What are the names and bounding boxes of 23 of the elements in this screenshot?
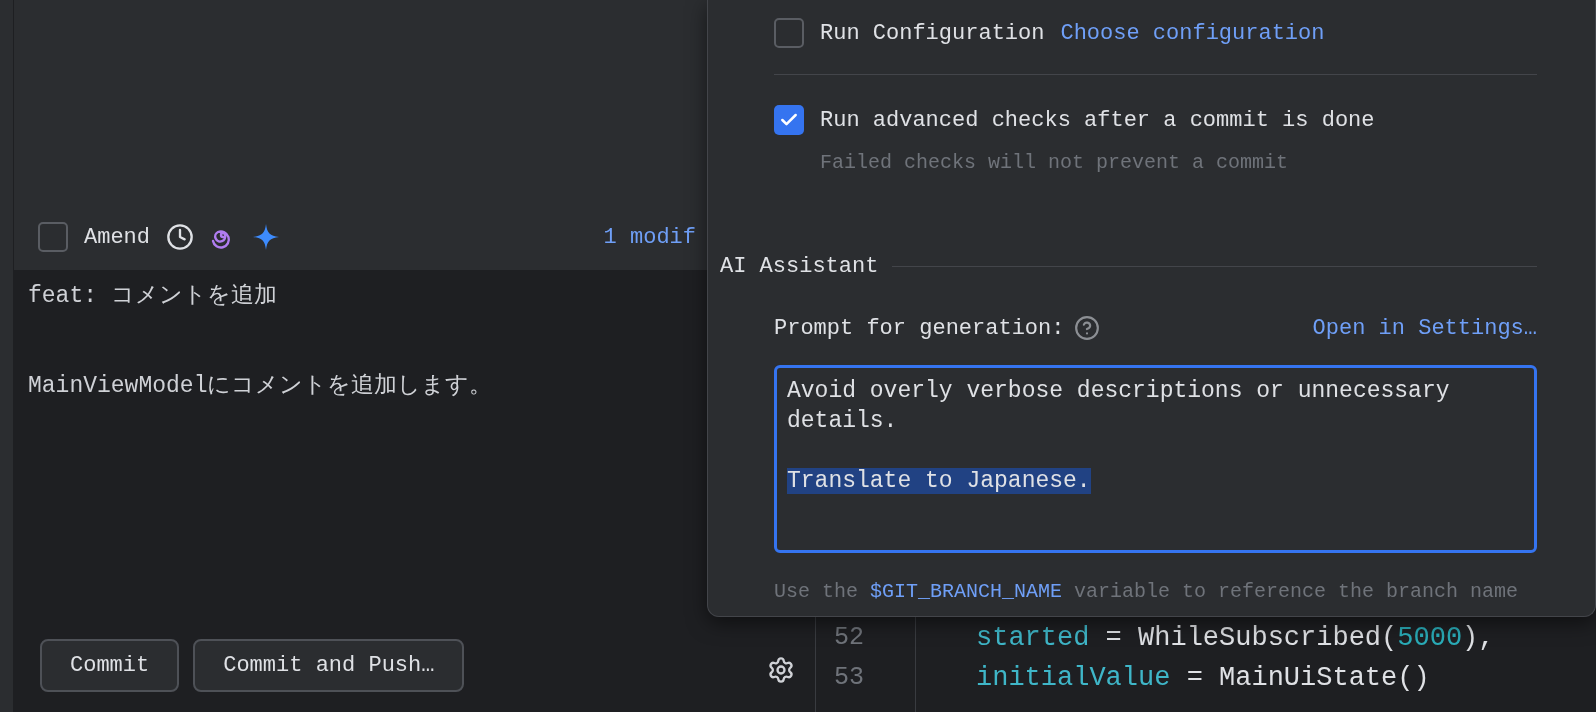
option-label: Run Configuration — [820, 20, 1045, 46]
commit-button[interactable]: Commit and Push… — [193, 639, 465, 692]
choose-configuration-link[interactable]: Choose configuration — [1060, 20, 1325, 46]
commit-button[interactable]: Commit — [40, 639, 180, 692]
amend-label: Amend — [84, 224, 150, 250]
option-label: Run advanced checks after a commit is done — [820, 107, 1375, 133]
code-line: started = WhileSubscribed(5000), — [976, 622, 1496, 655]
hint-text: Use the $GIT_BRANCH_NAME variable to reference the branch name — [774, 579, 1520, 605]
open-settings-link[interactable]: Open in Settings… — [1312, 315, 1537, 341]
clock-icon[interactable] — [166, 223, 194, 251]
option-checkbox[interactable] — [774, 18, 804, 48]
changes-summary[interactable]: 1 modif — [603, 224, 696, 250]
prompt-label: Prompt for generation: — [774, 315, 1065, 341]
amend-checkbox[interactable] — [38, 222, 68, 252]
settings-icon[interactable] — [766, 656, 795, 684]
option-note: Failed checks will not prevent a commit — [819, 151, 1290, 174]
option-checkbox[interactable] — [774, 105, 804, 135]
code-line: initialValue = MainUiState() — [976, 662, 1431, 695]
line-number: 52 — [834, 622, 865, 654]
prompt-field[interactable]: Avoid overly verbose descriptions or unnecessary details. Translate to Japanese. — [774, 365, 1537, 553]
help-icon[interactable] — [1074, 315, 1101, 341]
line-number: 53 — [834, 662, 865, 694]
section-title: AI Assistant — [720, 254, 879, 279]
